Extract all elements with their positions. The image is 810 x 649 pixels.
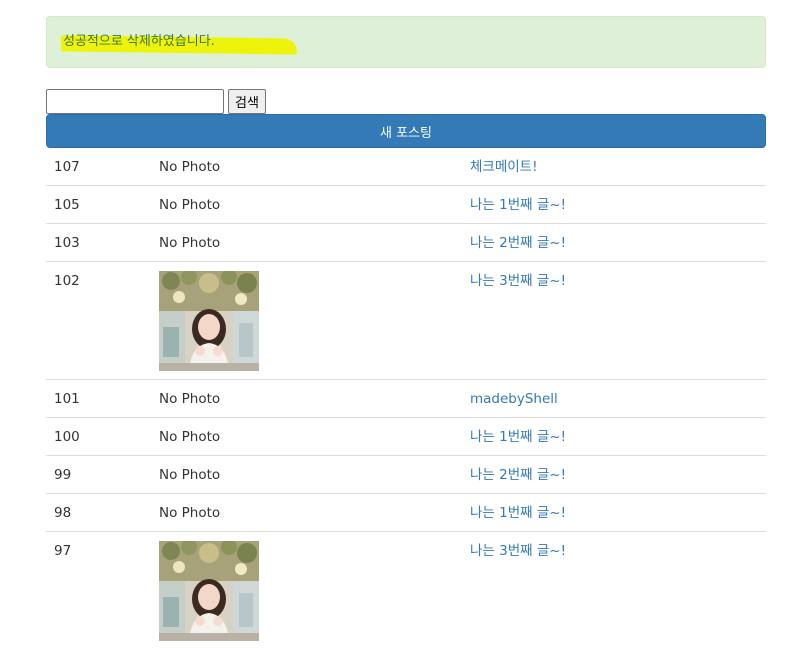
post-photo-text: No Photo — [151, 494, 462, 532]
post-title-cell: 나는 3번째 글~! — [462, 532, 766, 649]
post-title-cell: 나는 2번째 글~! — [462, 224, 766, 262]
table-row: 99No Photo 나는 2번째 글~! — [46, 456, 766, 494]
post-title-link[interactable]: 나는 3번째 글~! — [470, 273, 566, 289]
new-post-button[interactable]: 새 포스팅 — [46, 114, 766, 148]
post-title-link[interactable]: 나는 2번째 글~! — [470, 235, 566, 251]
post-photo-cell — [151, 532, 462, 649]
post-title-cell: 나는 3번째 글~! — [462, 262, 766, 380]
success-alert: 성공적으로 삭제하였습니다. — [46, 16, 766, 68]
post-title-link[interactable]: 나는 2번째 글~! — [470, 467, 566, 483]
post-id: 105 — [46, 186, 151, 224]
post-title-link[interactable]: 체크메이트! — [470, 159, 538, 175]
post-photo-text: No Photo — [151, 418, 462, 456]
post-id: 101 — [46, 380, 151, 418]
post-id: 102 — [46, 262, 151, 380]
post-photo-text: No Photo — [151, 456, 462, 494]
post-photo-text: No Photo — [151, 224, 462, 262]
posts-table: 107No Photo체크메이트!105No Photo나는 1번째 글~!10… — [46, 148, 766, 649]
post-id: 98 — [46, 494, 151, 532]
post-photo-thumbnail — [159, 541, 259, 641]
post-title-cell: 체크메이트! — [462, 148, 766, 186]
search-bar: 검색 — [46, 88, 266, 114]
table-row: 105No Photo 나는 1번째 글~! — [46, 186, 766, 224]
post-photo-cell — [151, 262, 462, 380]
table-row: 102 나는 3번째 글~! — [46, 262, 766, 380]
post-title-link[interactable]: 나는 3번째 글~! — [470, 543, 566, 559]
post-id: 107 — [46, 148, 151, 186]
post-id: 103 — [46, 224, 151, 262]
post-title-cell: 나는 1번째 글~! — [462, 494, 766, 532]
post-title-link[interactable]: 나는 1번째 글~! — [470, 197, 566, 213]
post-title-cell: 나는 1번째 글~! — [462, 186, 766, 224]
post-title-cell: madebyShell — [462, 380, 766, 418]
post-title-link[interactable]: madebyShell — [470, 391, 558, 407]
table-row: 103No Photo 나는 2번째 글~! — [46, 224, 766, 262]
post-title-link[interactable]: 나는 1번째 글~! — [470, 429, 566, 445]
alert-message: 성공적으로 삭제하였습니다. — [63, 34, 215, 50]
table-row: 97 나는 3번째 글~! — [46, 532, 766, 649]
post-title-link[interactable]: 나는 1번째 글~! — [470, 505, 566, 521]
post-photo-text: No Photo — [151, 148, 462, 186]
page-container: 성공적으로 삭제하였습니다. 검색 새 포스팅 107No Photo체크메이트… — [46, 16, 766, 68]
post-title-cell: 나는 2번째 글~! — [462, 456, 766, 494]
table-row: 101No Photo madebyShell — [46, 380, 766, 418]
post-photo-thumbnail — [159, 271, 259, 371]
post-photo-text: No Photo — [151, 186, 462, 224]
search-button[interactable]: 검색 — [228, 89, 266, 114]
table-row: 100No Photo 나는 1번째 글~! — [46, 418, 766, 456]
table-row: 98No Photo 나는 1번째 글~! — [46, 494, 766, 532]
post-photo-text: No Photo — [151, 380, 462, 418]
post-title-cell: 나는 1번째 글~! — [462, 418, 766, 456]
post-id: 97 — [46, 532, 151, 649]
post-id: 100 — [46, 418, 151, 456]
table-row: 107No Photo 체크메이트! — [46, 148, 766, 186]
post-id: 99 — [46, 456, 151, 494]
search-input[interactable] — [46, 89, 224, 114]
